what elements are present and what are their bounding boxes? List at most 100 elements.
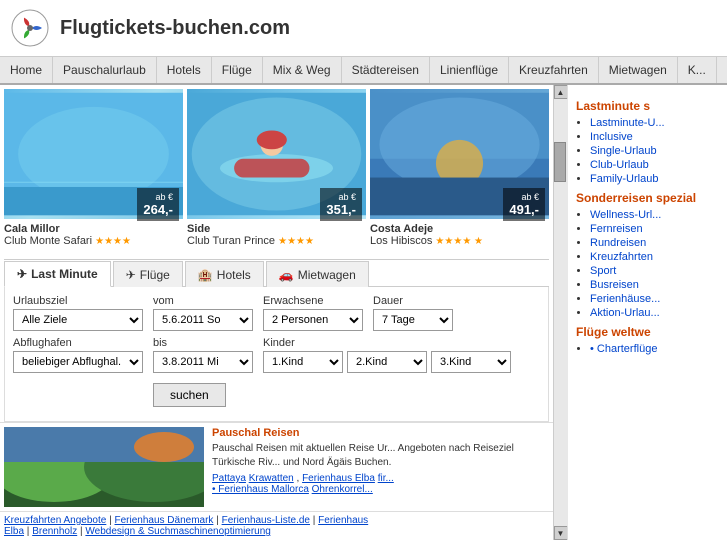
form-row-1: Urlaubsziel Alle Ziele Ägypten Spanien T… <box>13 295 540 331</box>
kinder-label: Kinder <box>263 337 511 349</box>
tab-last-minute[interactable]: ✈ Last Minute <box>4 261 111 287</box>
sidebar-aktion-item[interactable]: Aktion-Urlau... <box>590 307 719 319</box>
kind2-select[interactable]: 2.Kind <box>347 351 427 373</box>
search-button[interactable]: suchen <box>153 383 226 407</box>
scrollbar-thumb[interactable] <box>554 142 566 182</box>
tab-lastminute-label: Last Minute <box>31 267 98 281</box>
main-content: ab € 264,- Cala Millor Club Monte Safari… <box>0 85 553 540</box>
content-scroll-area: ab € 264,- Cala Millor Club Monte Safari… <box>0 85 567 540</box>
sidebar-lastminute-item-1[interactable]: Lastminute-U... <box>590 117 719 129</box>
travel-card-side[interactable]: ab € 351,- Side Club Turan Prince ★★★★ <box>187 89 366 251</box>
urlaubsziel-label: Urlaubsziel <box>13 295 143 307</box>
sidebar-single-item[interactable]: Single-Urlaub <box>590 145 719 157</box>
nav-mietwagen[interactable]: Mietwagen <box>599 57 678 83</box>
kind3-select[interactable]: 3.Kind <box>431 351 511 373</box>
pauschal-title: Pauschal Reisen <box>212 427 549 439</box>
scrollbar-track[interactable] <box>554 99 568 526</box>
tab-mietwagen-label: Mietwagen <box>298 268 356 282</box>
blink-brennholz[interactable]: Brennholz <box>32 526 77 537</box>
tabs-section: ✈ Last Minute ✈ Flüge 🏨 Hotels 🚗 Mietwag… <box>4 259 549 422</box>
dauer-group: Dauer 7 Tage 3 Tage 5 Tage 10 Tage 14 Ta… <box>373 295 453 331</box>
abflughafen-select[interactable]: beliebiger Abflughal... <box>13 351 143 373</box>
footer-link-ferienhaus-elba[interactable]: Ferienhaus Elba <box>302 473 375 484</box>
card-info-1: Cala Millor Club Monte Safari ★★★★ <box>4 219 183 251</box>
hotel-icon: 🏨 <box>198 268 213 282</box>
card-info-2: Side Club Turan Prince ★★★★ <box>187 219 366 251</box>
sidebar-inclusive-item[interactable]: Inclusive <box>590 131 719 143</box>
nav-pauschalurlaub[interactable]: Pauschalurlaub <box>53 57 157 83</box>
nav-staedtereisen[interactable]: Städtereisen <box>342 57 430 83</box>
nav-linienfluege[interactable]: Linienflüge <box>430 57 509 83</box>
sidebar-fernreisen-item[interactable]: Fernreisen <box>590 223 719 235</box>
footer-link-mallorca[interactable]: • Ferienhaus Mallorca <box>212 484 309 495</box>
blink-ferienhaus-daenemark[interactable]: Ferienhaus Dänemark <box>114 515 213 526</box>
blink-webdesign[interactable]: Webdesign & Suchmaschinenoptimierung <box>85 526 270 537</box>
sidebar-club-item[interactable]: Club-Urlaub <box>590 159 719 171</box>
tab-hotels[interactable]: 🏨 Hotels <box>185 261 264 287</box>
erwachsene-label: Erwachsene <box>263 295 363 307</box>
scrollbar-up-button[interactable]: ▲ <box>554 85 568 99</box>
form-row-2: Abflughafen beliebiger Abflughal... bis … <box>13 337 540 373</box>
sidebar-lastminute-title: Lastminute s <box>576 99 719 113</box>
nav-mix-weg[interactable]: Mix & Weg <box>263 57 342 83</box>
plane-icon-2: ✈ <box>126 268 136 282</box>
footer-link-krawatten[interactable]: Krawatten <box>249 473 294 484</box>
sidebar-ski-sport-item[interactable]: Sport <box>590 265 719 277</box>
bis-select[interactable]: 3.8.2011 Mi <box>153 351 253 373</box>
car-icon: 🚗 <box>279 268 294 282</box>
sidebar-wellness-item[interactable]: Wellness-Url... <box>590 209 719 221</box>
bis-group: bis 3.8.2011 Mi <box>153 337 253 373</box>
sidebar-busreisen-item[interactable]: Busreisen <box>590 279 719 291</box>
urlaubsziel-group: Urlaubsziel Alle Ziele Ägypten Spanien T… <box>13 295 143 331</box>
sidebar: Lastminute s Lastminute-U... Inclusive S… <box>567 85 727 540</box>
blink-ferienhaus-liste[interactable]: Ferienhaus-Liste.de <box>222 515 310 526</box>
nav-hotels[interactable]: Hotels <box>157 57 212 83</box>
kinder-selects: 1.Kind 2.Kind 3.Kind <box>263 351 511 373</box>
vertical-scrollbar[interactable]: ▲ ▼ <box>553 85 567 540</box>
kinder-group: Kinder 1.Kind 2.Kind 3.Kind <box>263 337 511 373</box>
kind1-select[interactable]: 1.Kind <box>263 351 343 373</box>
scrollbar-down-button[interactable]: ▼ <box>554 526 568 540</box>
tabs-row: ✈ Last Minute ✈ Flüge 🏨 Hotels 🚗 Mietwag… <box>4 260 549 287</box>
sidebar-family-item[interactable]: Family-Urlaub <box>590 173 719 185</box>
vom-group: vom 5.6.2011 So <box>153 295 253 331</box>
bottom-links: Kreuzfahrten Angebote | Ferienhaus Dänem… <box>0 511 553 540</box>
travel-card-costa-adeje[interactable]: ab € 491,- Costa Adeje Los Hibiscos ★★★★… <box>370 89 549 251</box>
sidebar-charter-item[interactable]: • Charterflüge <box>590 343 719 355</box>
travel-card-cala-millor[interactable]: ab € 264,- Cala Millor Club Monte Safari… <box>4 89 183 251</box>
price-tag-2: ab € 351,- <box>320 188 362 221</box>
urlaubsziel-select[interactable]: Alle Ziele Ägypten Spanien Türkei <box>13 309 143 331</box>
sidebar-sonderreisen-title: Sonderreisen spezial <box>576 191 719 205</box>
blink-ferienhaus[interactable]: Ferienhaus <box>318 515 368 526</box>
blink-kreuzfahrten[interactable]: Kreuzfahrten Angebote <box>4 515 106 526</box>
tab-mietwagen[interactable]: 🚗 Mietwagen <box>266 261 369 287</box>
footer-link-pattaya[interactable]: Pattaya <box>212 473 246 484</box>
header: Flugtickets-buchen.com <box>0 0 727 57</box>
blink-elba[interactable]: Elba <box>4 526 24 537</box>
footer-link-ohren[interactable]: Ohrenkorrel... <box>312 484 373 495</box>
footer-link-fir[interactable]: fir... <box>378 473 394 484</box>
sidebar-rundreisen-item[interactable]: Rundreisen <box>590 237 719 249</box>
plane-icon-1: ✈ <box>17 267 27 281</box>
sidebar-ferienhauser-item[interactable]: Ferienhäuse... <box>590 293 719 305</box>
sidebar-fluege-list: • Charterflüge <box>576 343 719 355</box>
nav-fluege[interactable]: Flüge <box>212 57 263 83</box>
footer-left <box>4 427 204 507</box>
vom-select[interactable]: 5.6.2011 So <box>153 309 253 331</box>
nav-kreuzfahrten[interactable]: Kreuzfahrten <box>509 57 599 83</box>
search-form: Urlaubsziel Alle Ziele Ägypten Spanien T… <box>4 287 549 422</box>
vom-label: vom <box>153 295 253 307</box>
abflughafen-group: Abflughafen beliebiger Abflughal... <box>13 337 143 373</box>
erwachsene-select[interactable]: 2 Personen 1 Person 3 Personen 4 Persone… <box>263 309 363 331</box>
tab-fluege[interactable]: ✈ Flüge <box>113 261 183 287</box>
nav-home[interactable]: Home <box>0 57 53 83</box>
footer-landscape-image <box>4 427 204 507</box>
tab-fluege-label: Flüge <box>140 268 170 282</box>
pauschal-text: Pauschal Reisen mit aktuellen Reise Ur..… <box>212 442 549 470</box>
dauer-select[interactable]: 7 Tage 3 Tage 5 Tage 10 Tage 14 Tage <box>373 309 453 331</box>
abflughafen-label: Abflughafen <box>13 337 143 349</box>
main: ab € 264,- Cala Millor Club Monte Safari… <box>0 85 727 540</box>
nav-more[interactable]: K... <box>678 57 717 83</box>
site-title: Flugtickets-buchen.com <box>60 17 290 40</box>
sidebar-kreuzfahrten-item[interactable]: Kreuzfahrten <box>590 251 719 263</box>
